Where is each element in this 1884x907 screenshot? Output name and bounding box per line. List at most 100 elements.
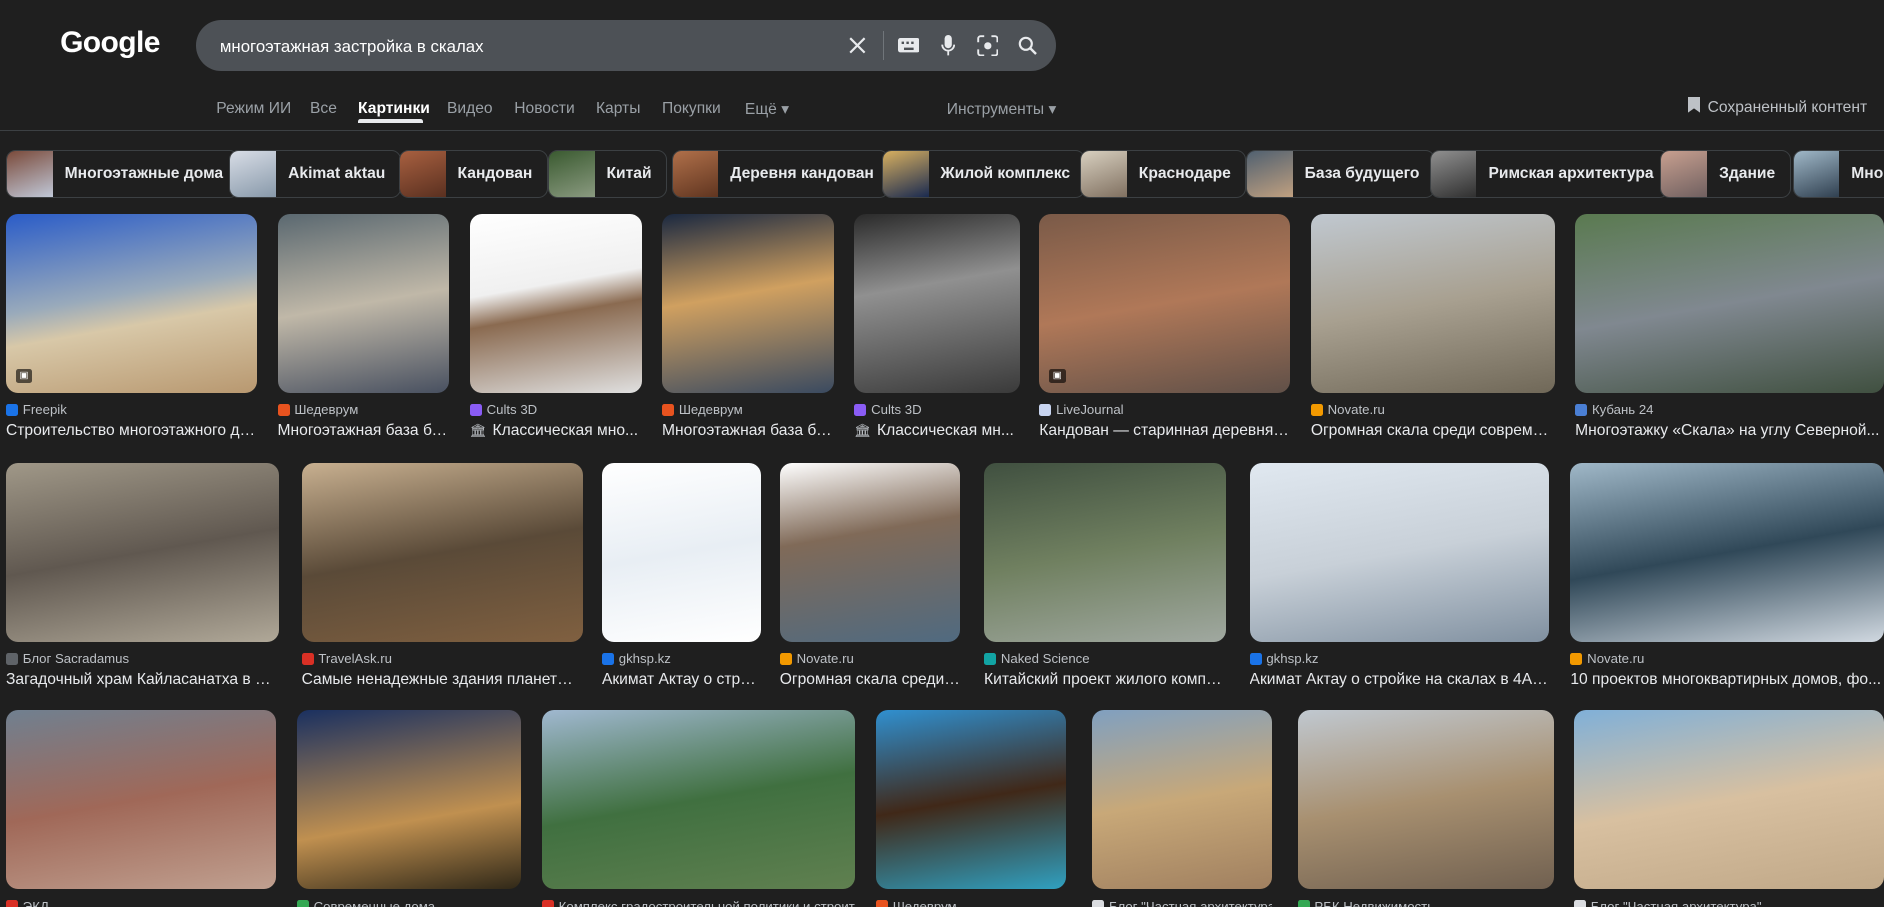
image-result[interactable]: ▣ Freepik Строительство многоэтажного до..… [6,213,258,440]
result-title[interactable]: Огромная скала среди ... [780,671,960,689]
tab-4[interactable]: Новости [514,100,574,118]
image-result[interactable]: Блог "Частная архитектура" [1092,710,1273,907]
result-source[interactable]: LiveJournal [1039,402,1290,417]
tab-5[interactable]: Карты [596,100,640,118]
google-logo[interactable]: Google [60,26,160,60]
result-source[interactable]: Novate.ru [1310,402,1555,417]
image-result[interactable]: Novate.ru 10 проектов многоквартирных дом… [1570,462,1884,689]
result-thumbnail[interactable] [541,710,856,890]
result-title[interactable]: Многоэтажная база бу... [662,422,834,440]
result-thumbnail[interactable] [6,462,279,642]
result-source[interactable]: Блог "Частная архитектура" [1573,899,1884,907]
chip-4[interactable]: Деревня кандован [671,150,890,198]
tab-1[interactable]: Все [310,100,337,118]
result-thumbnail[interactable]: ▣ [6,213,258,393]
image-result[interactable]: gkhsp.kz Акимат Актау о стройке на скалах… [1249,462,1549,689]
chip-5[interactable]: Жилой комплекс [881,150,1086,198]
clear-icon[interactable] [846,34,870,58]
image-result[interactable]: Шедеврум [875,710,1066,907]
result-source[interactable]: Freepik [6,402,257,417]
result-title[interactable]: Акимат Актау о стро... [602,671,761,689]
tools-button[interactable]: Инструменты ▾ [947,100,1057,119]
image-result[interactable]: Комплекс градостроительной политики и ст… [541,710,856,907]
image-result[interactable]: Шедеврум Многоэтажная база бу... [277,213,450,440]
tab-0[interactable]: Режим ИИ [216,100,291,118]
chip-6[interactable]: Краснодаре [1080,150,1247,198]
tab-2[interactable]: Картинки [358,100,430,118]
result-thumbnail[interactable] [296,710,522,890]
result-thumbnail[interactable] [277,213,450,393]
image-result[interactable]: Кубань 24 Многоэтажку «Скала» на углу Сев… [1575,213,1884,440]
result-source[interactable]: Кубань 24 [1575,402,1884,417]
image-result[interactable]: Блог Sacradamus Загадочный храм Кайласана… [6,462,279,689]
chip-7[interactable]: База будущего [1245,150,1435,198]
result-source[interactable]: Блог "Частная архитектура" [1092,899,1272,907]
result-title[interactable]: Самые ненадежные здания планеты: ... [302,671,583,689]
result-source[interactable]: gkhsp.kz [601,651,761,666]
result-thumbnail[interactable] [984,462,1226,642]
mic-icon[interactable] [936,34,960,58]
result-title[interactable]: Кандован — старинная деревня в... [1039,422,1290,440]
result-thumbnail[interactable] [601,462,761,642]
result-source[interactable]: РБК Недвижимость [1297,899,1554,907]
result-title[interactable]: 🏛 Классическая мн... [854,422,1020,440]
image-result[interactable]: РБК Недвижимость [1297,710,1554,907]
result-source[interactable]: Cults 3D [469,402,642,417]
result-thumbnail[interactable] [1570,462,1884,642]
image-result[interactable]: Шедеврум Многоэтажная база бу... [662,213,834,440]
result-thumbnail[interactable] [1297,710,1554,890]
keyboard-icon[interactable] [896,34,920,58]
search-input[interactable] [217,20,823,74]
result-title[interactable]: Китайский проект жилого компле... [984,671,1226,689]
image-result[interactable]: ЭКД [6,710,277,907]
result-title[interactable]: Акимат Актау о стройке на скалах в 4А - … [1250,671,1549,689]
result-title[interactable]: Огромная скала среди современ... [1311,422,1555,440]
result-source[interactable]: Современные дома [296,899,522,907]
result-source[interactable]: gkhsp.kz [1249,651,1549,666]
result-source[interactable]: Блог Sacradamus [6,651,279,666]
image-result[interactable]: ▣ LiveJournal Кандован — старинная деревня… [1039,213,1291,440]
result-title[interactable]: Многоэтажку «Скала» на углу Северной... [1575,422,1884,440]
result-thumbnail[interactable] [1092,710,1273,890]
image-result[interactable]: Cults 3D 🏛 Классическая мн... [854,213,1021,440]
chip-8[interactable]: Римская архитектура [1429,150,1669,198]
result-source[interactable]: TravelAsk.ru [301,651,583,666]
tab-3[interactable]: Видео [447,100,493,118]
image-result[interactable]: TravelAsk.ru Самые ненадежные здания план… [301,462,583,689]
result-thumbnail[interactable] [301,462,583,642]
result-thumbnail[interactable] [1249,462,1549,642]
result-source[interactable]: Шедеврум [277,402,450,417]
chip-9[interactable]: Здание [1660,150,1791,198]
result-title[interactable]: Многоэтажная база бу... [278,422,450,440]
image-result[interactable]: Novate.ru Огромная скала среди современ..… [1310,213,1555,440]
result-title[interactable]: Загадочный храм Кайласанатха в Ин... [6,671,279,689]
result-thumbnail[interactable] [779,462,960,642]
result-title[interactable]: 10 проектов многоквартирных домов, фо... [1570,671,1884,689]
result-thumbnail[interactable] [6,710,277,890]
result-thumbnail[interactable] [469,213,642,393]
image-result[interactable]: Naked Science Китайский проект жилого ком… [984,462,1226,689]
image-result[interactable]: gkhsp.kz Акимат Актау о стро... [601,462,761,689]
result-thumbnail[interactable] [1575,213,1884,393]
result-thumbnail[interactable] [854,213,1021,393]
tab-6[interactable]: Покупки [662,100,721,118]
result-thumbnail[interactable]: ▣ [1039,213,1291,393]
result-source[interactable]: Novate.ru [1570,651,1884,666]
lens-icon[interactable] [976,34,1000,58]
chip-2[interactable]: Кандован [398,150,548,198]
image-result[interactable]: Блог "Частная архитектура" [1573,710,1884,907]
tab-7[interactable]: Ещё ▾ [745,100,789,119]
result-thumbnail[interactable] [1573,710,1884,890]
result-source[interactable]: Шедеврум [875,899,1066,907]
result-source[interactable]: Naked Science [984,651,1226,666]
chip-1[interactable]: Akimat aktau [229,150,401,198]
result-source[interactable]: Шедеврум [662,402,834,417]
result-thumbnail[interactable] [1310,213,1555,393]
result-thumbnail[interactable] [875,710,1066,890]
result-source[interactable]: ЭКД [6,899,276,907]
result-source[interactable]: Novate.ru [779,651,960,666]
chip-10[interactable]: Многоэтажка [1792,150,1884,198]
result-title[interactable]: 🏛 Классическая мно... [470,422,642,440]
search-icon[interactable] [1015,34,1039,58]
chip-3[interactable]: Китай [547,150,667,198]
